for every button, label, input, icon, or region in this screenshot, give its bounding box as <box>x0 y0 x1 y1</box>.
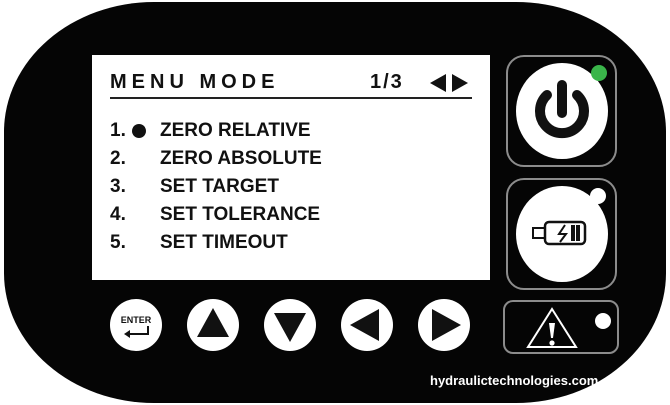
battery-led <box>590 188 606 204</box>
enter-button[interactable]: ENTER <box>110 299 162 351</box>
down-button[interactable] <box>264 299 316 351</box>
left-button[interactable] <box>341 299 393 351</box>
battery-button[interactable] <box>506 178 617 290</box>
menu-item-number: 3. <box>110 176 126 197</box>
page-indicator: 1/3 <box>370 71 404 93</box>
menu-item-number: 4. <box>110 204 126 225</box>
menu-item-label: SET TOLERANCE <box>160 204 321 225</box>
selection-bullet-icon <box>132 124 146 138</box>
right-button[interactable] <box>418 299 470 351</box>
menu-item-label: SET TARGET <box>160 176 279 197</box>
arrow-down-icon <box>274 313 306 342</box>
website-url: hydraulictechnologies.com <box>430 373 599 388</box>
warning-led <box>595 313 611 329</box>
arrow-left-icon <box>350 309 379 341</box>
menu-item-number: 2. <box>110 148 126 169</box>
menu-item-label: ZERO ABSOLUTE <box>160 148 322 169</box>
power-led <box>591 65 607 81</box>
enter-arrow-icon <box>124 326 149 338</box>
power-button[interactable] <box>506 55 617 167</box>
menu-item-label: SET TIMEOUT <box>160 232 288 253</box>
left-right-arrows-icon <box>430 74 468 92</box>
arrow-right-icon <box>432 309 461 341</box>
screen-header: MENU MODE 1/3 <box>110 71 472 97</box>
arrow-up-icon <box>197 308 229 337</box>
page-title: MENU MODE <box>110 71 280 93</box>
warning-button[interactable] <box>503 300 619 354</box>
menu-item-number: 5. <box>110 232 126 253</box>
menu-item-label: ZERO RELATIVE <box>160 120 311 141</box>
menu-item-number: 1. <box>110 120 126 141</box>
up-button[interactable] <box>187 299 239 351</box>
lcd-screen: MENU MODE 1/3 1. ZERO RELATIVE 2. ZERO A… <box>92 55 490 280</box>
title-divider <box>110 97 472 99</box>
